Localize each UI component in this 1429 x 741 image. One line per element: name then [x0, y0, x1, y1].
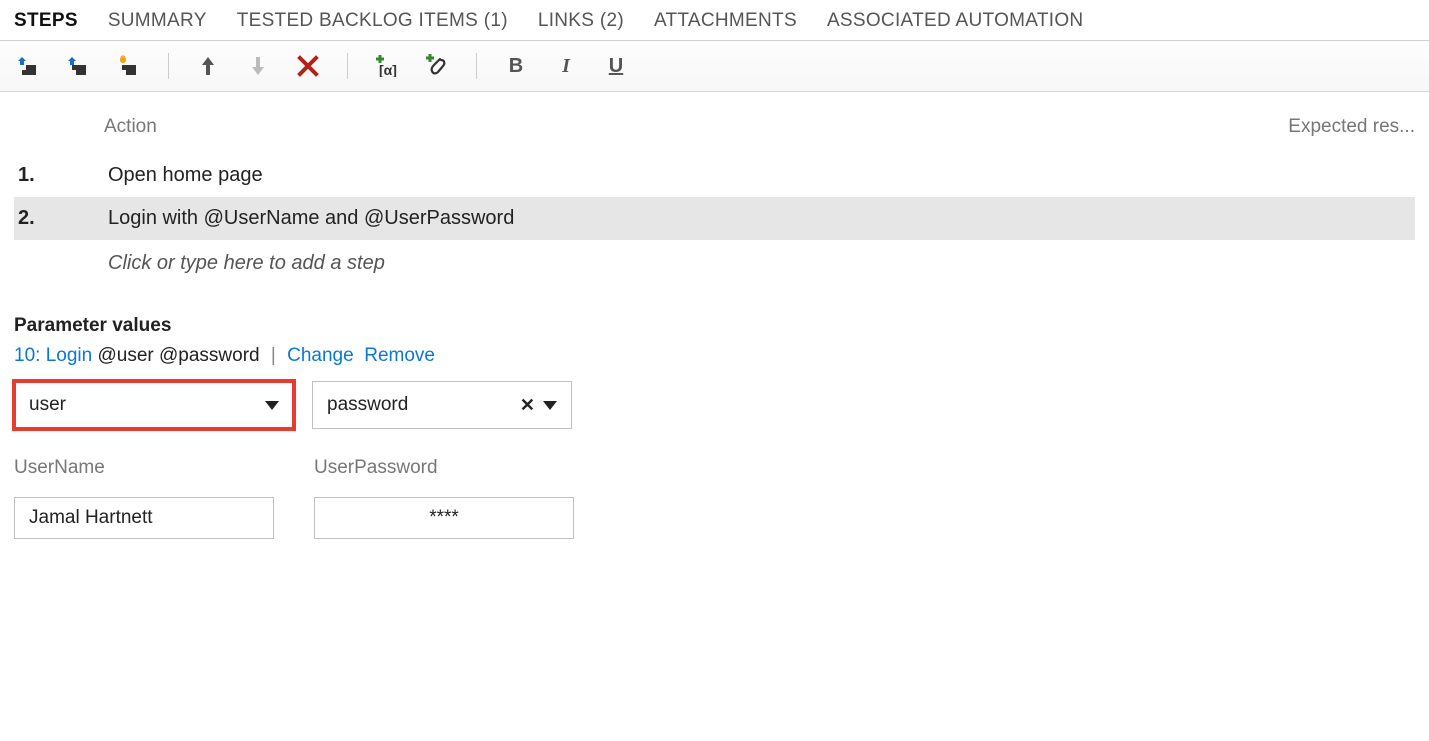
insert-step-after-button[interactable]	[64, 51, 94, 81]
parameter-set-line: 10: Login @user @password | Change Remov…	[14, 345, 1415, 367]
delete-x-icon	[297, 55, 319, 77]
parameter-column-header: UserName	[14, 457, 274, 479]
insert-step-after-icon	[66, 55, 92, 77]
param-map-dropdown-password[interactable]: password ✕	[312, 381, 572, 429]
parameter-mapping-row: user password ✕	[14, 381, 1415, 429]
tab-attachments[interactable]: ATTACHMENTS	[654, 10, 797, 32]
insert-parameter-icon: [α]	[374, 55, 400, 77]
toolbar-separator	[168, 53, 169, 79]
parameter-column: UserPassword ****	[314, 457, 574, 539]
underline-button[interactable]: U	[601, 51, 631, 81]
insert-step-before-icon	[16, 55, 42, 77]
new-shared-step-button[interactable]	[114, 51, 144, 81]
param-map-dropdown-user[interactable]: user	[14, 381, 294, 429]
insert-step-before-button[interactable]	[14, 51, 44, 81]
add-attachment-button[interactable]	[422, 51, 452, 81]
underline-icon: U	[609, 55, 623, 78]
chevron-down-icon	[265, 401, 279, 410]
tab-steps[interactable]: STEPS	[14, 10, 78, 32]
step-action[interactable]: Open home page	[108, 164, 1411, 187]
parameter-values-title: Parameter values	[14, 315, 1415, 337]
remove-link[interactable]: Remove	[364, 345, 435, 366]
svg-text:[α]: [α]	[379, 62, 397, 77]
dropdown-value: user	[29, 394, 66, 416]
parameter-cell[interactable]: Jamal Hartnett	[14, 497, 274, 539]
column-action-header: Action	[104, 116, 1288, 138]
parameter-cell[interactable]: ****	[314, 497, 574, 539]
italic-button[interactable]: I	[551, 51, 581, 81]
shared-parameter-args: @user @password	[92, 345, 259, 366]
chevron-down-icon	[543, 401, 557, 410]
bold-button[interactable]: B	[501, 51, 531, 81]
insert-parameter-button[interactable]: [α]	[372, 51, 402, 81]
parameter-column-header: UserPassword	[314, 457, 574, 479]
step-row[interactable]: 1. Open home page	[14, 154, 1415, 197]
toolbar-separator	[347, 53, 348, 79]
parameter-values-section: Parameter values 10: Login @user @passwo…	[0, 297, 1429, 557]
parameter-table: UserName Jamal Hartnett UserPassword ***…	[14, 457, 1415, 539]
tab-links[interactable]: LINKS (2)	[538, 10, 624, 32]
shared-parameter-link[interactable]: 10: Login	[14, 345, 92, 366]
delete-step-button[interactable]	[293, 51, 323, 81]
step-number: 1.	[18, 164, 108, 187]
steps-area: Action Expected res... 1. Open home page…	[0, 92, 1429, 297]
step-row[interactable]: 2. Login with @UserName and @UserPasswor…	[14, 197, 1415, 240]
step-action[interactable]: Login with @UserName and @UserPassword	[108, 207, 1411, 230]
move-down-button[interactable]	[243, 51, 273, 81]
tab-bar: STEPS SUMMARY TESTED BACKLOG ITEMS (1) L…	[0, 0, 1429, 41]
column-number	[14, 116, 104, 138]
column-expected-header: Expected res...	[1288, 116, 1415, 138]
tab-associated-automation[interactable]: ASSOCIATED AUTOMATION	[827, 10, 1084, 32]
steps-header: Action Expected res...	[14, 116, 1415, 138]
toolbar-separator	[476, 53, 477, 79]
clear-x-icon[interactable]: ✕	[520, 395, 535, 416]
new-shared-step-icon	[116, 55, 142, 77]
italic-icon: I	[562, 55, 570, 78]
tab-summary[interactable]: SUMMARY	[108, 10, 207, 32]
dropdown-value: password	[327, 394, 408, 416]
step-number: 2.	[18, 207, 108, 230]
move-up-button[interactable]	[193, 51, 223, 81]
tab-tested-backlog-items[interactable]: TESTED BACKLOG ITEMS (1)	[237, 10, 508, 32]
arrow-up-icon	[198, 55, 218, 77]
toolbar: [α] B I U	[0, 41, 1429, 92]
change-link[interactable]: Change	[287, 345, 354, 366]
divider: |	[271, 345, 276, 366]
arrow-down-icon	[248, 55, 268, 77]
add-step-placeholder[interactable]: Click or type here to add a step	[14, 240, 1415, 287]
parameter-column: UserName Jamal Hartnett	[14, 457, 274, 539]
bold-icon: B	[509, 55, 523, 78]
attachment-icon	[425, 54, 449, 78]
